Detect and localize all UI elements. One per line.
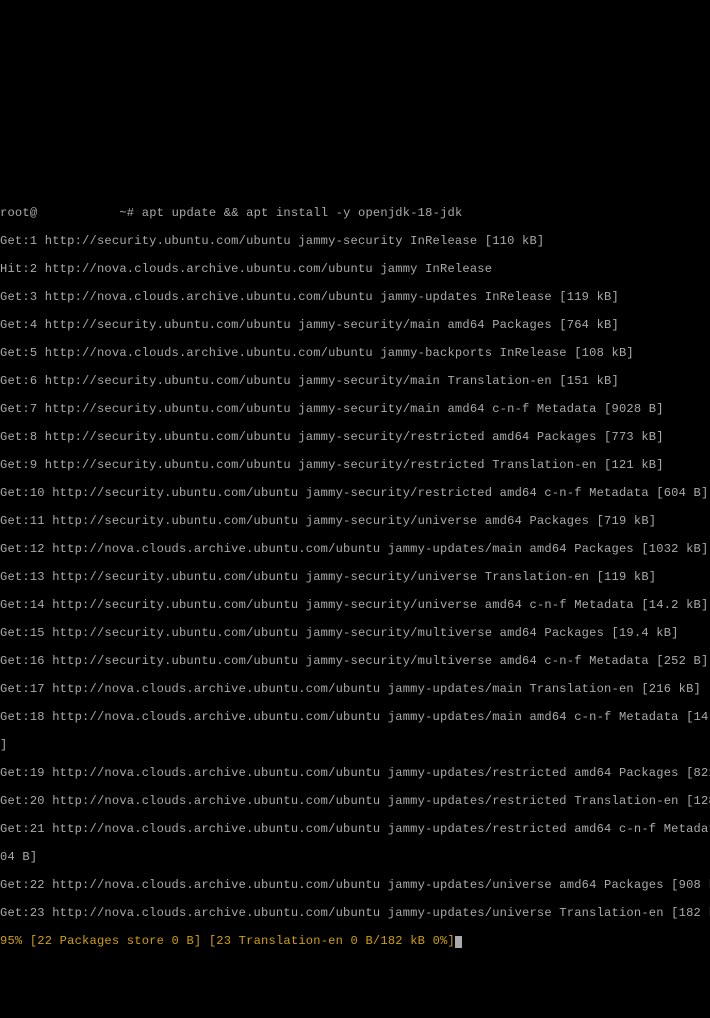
output-line: Get:5 http://nova.clouds.archive.ubuntu.… — [0, 346, 710, 360]
cursor-icon — [455, 936, 462, 948]
output-line: Get:23 http://nova.clouds.archive.ubuntu… — [0, 906, 710, 920]
progress-pct: 95% — [0, 934, 22, 948]
shell-prompt-line: root@ ~# apt update && apt install -y op… — [0, 206, 710, 220]
prompt-user: root@ — [0, 206, 37, 220]
output-line: 04 B] — [0, 850, 710, 864]
prompt-host-mask — [37, 206, 112, 220]
output-line: Get:21 http://nova.clouds.archive.ubuntu… — [0, 822, 710, 836]
output-line: Hit:2 http://nova.clouds.archive.ubuntu.… — [0, 262, 710, 276]
output-line: Get:15 http://security.ubuntu.com/ubuntu… — [0, 626, 710, 640]
output-line: Get:8 http://security.ubuntu.com/ubuntu … — [0, 430, 710, 444]
output-line: Get:16 http://security.ubuntu.com/ubuntu… — [0, 654, 710, 668]
output-line: Get:18 http://nova.clouds.archive.ubuntu… — [0, 710, 710, 724]
output-line: Get:4 http://security.ubuntu.com/ubuntu … — [0, 318, 710, 332]
output-line: Get:13 http://security.ubuntu.com/ubuntu… — [0, 570, 710, 584]
output-line: Get:11 http://security.ubuntu.com/ubuntu… — [0, 514, 710, 528]
output-line: Get:10 http://security.ubuntu.com/ubuntu… — [0, 486, 710, 500]
progress-part1: [22 Packages store 0 B] — [30, 934, 202, 948]
prompt-cwd: ~# — [119, 206, 134, 220]
output-line: Get:7 http://security.ubuntu.com/ubuntu … — [0, 402, 710, 416]
progress-line: 95% [22 Packages store 0 B] [23 Translat… — [0, 934, 710, 948]
output-line: Get:17 http://nova.clouds.archive.ubuntu… — [0, 682, 710, 696]
output-line: ] — [0, 738, 710, 752]
output-line: Get:9 http://security.ubuntu.com/ubuntu … — [0, 458, 710, 472]
output-line: Get:6 http://security.ubuntu.com/ubuntu … — [0, 374, 710, 388]
output-line: Get:19 http://nova.clouds.archive.ubuntu… — [0, 766, 710, 780]
output-line: Get:1 http://security.ubuntu.com/ubuntu … — [0, 234, 710, 248]
output-line: Get:14 http://security.ubuntu.com/ubuntu… — [0, 598, 710, 612]
command-text[interactable]: apt update && apt install -y openjdk-18-… — [142, 206, 463, 220]
progress-part2: [23 Translation-en 0 B/182 kB 0%] — [209, 934, 455, 948]
output-line: Get:22 http://nova.clouds.archive.ubuntu… — [0, 878, 710, 892]
output-line: Get:12 http://nova.clouds.archive.ubuntu… — [0, 542, 710, 556]
output-line: Get:3 http://nova.clouds.archive.ubuntu.… — [0, 290, 710, 304]
output-line: Get:20 http://nova.clouds.archive.ubuntu… — [0, 794, 710, 808]
